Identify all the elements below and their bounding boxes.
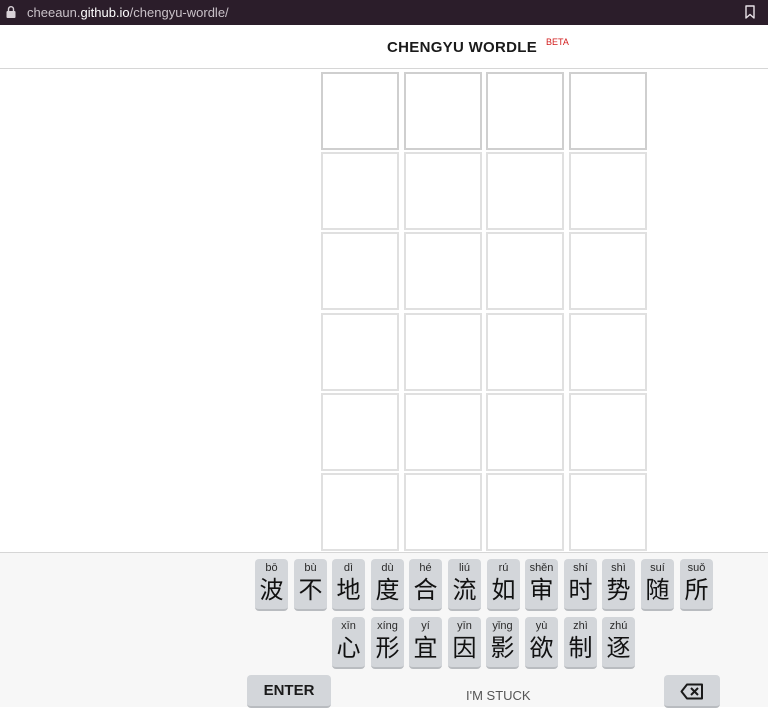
key-suǒ[interactable]: suǒ 所 — [680, 559, 713, 611]
key-character: 心 — [336, 634, 361, 662]
enter-button[interactable]: ENTER — [247, 675, 331, 708]
key-character: 时 — [568, 576, 593, 604]
key-shì[interactable]: shì 势 — [602, 559, 635, 611]
key-pinyin: yǐng — [492, 620, 513, 632]
bookmark-icon[interactable] — [745, 5, 755, 19]
key-pinyin: rú — [498, 562, 509, 574]
key-dì[interactable]: dì 地 — [332, 559, 365, 611]
key-pinyin: dù — [381, 562, 394, 574]
grid-tile — [404, 152, 482, 230]
key-bù[interactable]: bù 不 — [294, 559, 327, 611]
grid-tile — [569, 393, 647, 471]
beta-badge: BETA — [546, 37, 569, 47]
keyboard: ENTER I'M STUCK bō 波 bù 不 dì 地 dù 度 hé 合 liú 流 rú 如 sh… — [0, 552, 768, 708]
key-pinyin: yīn — [457, 620, 472, 632]
grid-tile — [569, 473, 647, 551]
grid-tile — [321, 232, 399, 310]
key-zhì[interactable]: zhì 制 — [564, 617, 597, 669]
url-text[interactable]: cheeaun.github.io/chengyu-wordle/ — [27, 4, 229, 21]
grid-tile — [404, 393, 482, 471]
key-pinyin: dì — [343, 562, 354, 574]
key-pinyin: zhú — [609, 620, 628, 632]
lock-icon — [6, 6, 16, 18]
grid-tile — [321, 473, 399, 551]
grid-tile — [486, 232, 564, 310]
grid-tile — [404, 232, 482, 310]
key-character: 不 — [298, 576, 323, 604]
page-title: CHENGYU WORDLE — [387, 39, 538, 56]
key-character: 审 — [529, 576, 554, 604]
guess-grid — [321, 72, 647, 552]
key-pinyin: bō — [265, 562, 278, 574]
browser-url-bar: cheeaun.github.io/chengyu-wordle/ — [0, 0, 768, 25]
im-stuck-button[interactable]: I'M STUCK — [466, 688, 531, 703]
key-pinyin: suǒ — [687, 562, 706, 574]
grid-tile — [404, 473, 482, 551]
key-character: 影 — [490, 634, 515, 662]
grid-tile — [486, 473, 564, 551]
key-pinyin: bù — [304, 562, 317, 574]
key-character: 度 — [375, 576, 400, 604]
key-xīn[interactable]: xīn 心 — [332, 617, 365, 669]
key-character: 形 — [375, 634, 400, 662]
key-character: 如 — [491, 576, 516, 604]
app-header: CHENGYU WORDLE BETA — [0, 25, 768, 69]
key-character: 宜 — [413, 634, 438, 662]
key-shí[interactable]: shí 时 — [564, 559, 597, 611]
grid-tile — [404, 313, 482, 391]
grid-tile — [321, 313, 399, 391]
grid-tile — [321, 152, 399, 230]
key-character: 波 — [259, 576, 284, 604]
grid-tile — [569, 72, 647, 150]
grid-tile — [486, 393, 564, 471]
key-pinyin: zhì — [573, 620, 588, 632]
grid-tile — [569, 232, 647, 310]
key-xíng[interactable]: xíng 形 — [371, 617, 404, 669]
key-zhú[interactable]: zhú 逐 — [602, 617, 635, 669]
key-pinyin: shí — [573, 562, 588, 574]
key-pinyin: yù — [535, 620, 548, 632]
grid-tile — [486, 313, 564, 391]
grid-tile — [321, 72, 399, 150]
key-pinyin: suí — [650, 562, 665, 574]
key-suí[interactable]: suí 随 — [641, 559, 674, 611]
key-bō[interactable]: bō 波 — [255, 559, 288, 611]
key-pinyin: xīn — [341, 620, 356, 632]
key-character: 合 — [413, 576, 438, 604]
grid-tile — [321, 393, 399, 471]
grid-tile — [404, 72, 482, 150]
key-character: 制 — [568, 634, 593, 662]
key-yǐng[interactable]: yǐng 影 — [486, 617, 519, 669]
key-pinyin: yí — [421, 620, 430, 632]
key-rú[interactable]: rú 如 — [487, 559, 520, 611]
key-yīn[interactable]: yīn 因 — [448, 617, 481, 669]
key-pinyin: liú — [458, 562, 470, 574]
grid-tile — [569, 152, 647, 230]
key-character: 因 — [452, 634, 477, 662]
key-pinyin: hé — [419, 562, 432, 574]
key-pinyin: shěn — [529, 562, 554, 574]
key-hé[interactable]: hé 合 — [409, 559, 442, 611]
key-dù[interactable]: dù 度 — [371, 559, 404, 611]
key-character: 所 — [684, 576, 709, 604]
key-character: 势 — [606, 576, 631, 604]
key-liú[interactable]: liú 流 — [448, 559, 481, 611]
key-yí[interactable]: yí 宜 — [409, 617, 442, 669]
key-character: 欲 — [529, 634, 554, 662]
key-shěn[interactable]: shěn 审 — [525, 559, 558, 611]
grid-tile — [486, 72, 564, 150]
key-yù[interactable]: yù 欲 — [525, 617, 558, 669]
grid-tile — [486, 152, 564, 230]
key-character: 地 — [336, 576, 361, 604]
key-character: 随 — [645, 576, 670, 604]
grid-tile — [569, 313, 647, 391]
key-pinyin: xíng — [377, 620, 398, 632]
key-pinyin: shì — [611, 562, 626, 574]
backspace-button[interactable] — [664, 675, 720, 708]
key-character: 逐 — [606, 634, 631, 662]
backspace-icon — [680, 683, 703, 700]
key-character: 流 — [452, 576, 477, 604]
